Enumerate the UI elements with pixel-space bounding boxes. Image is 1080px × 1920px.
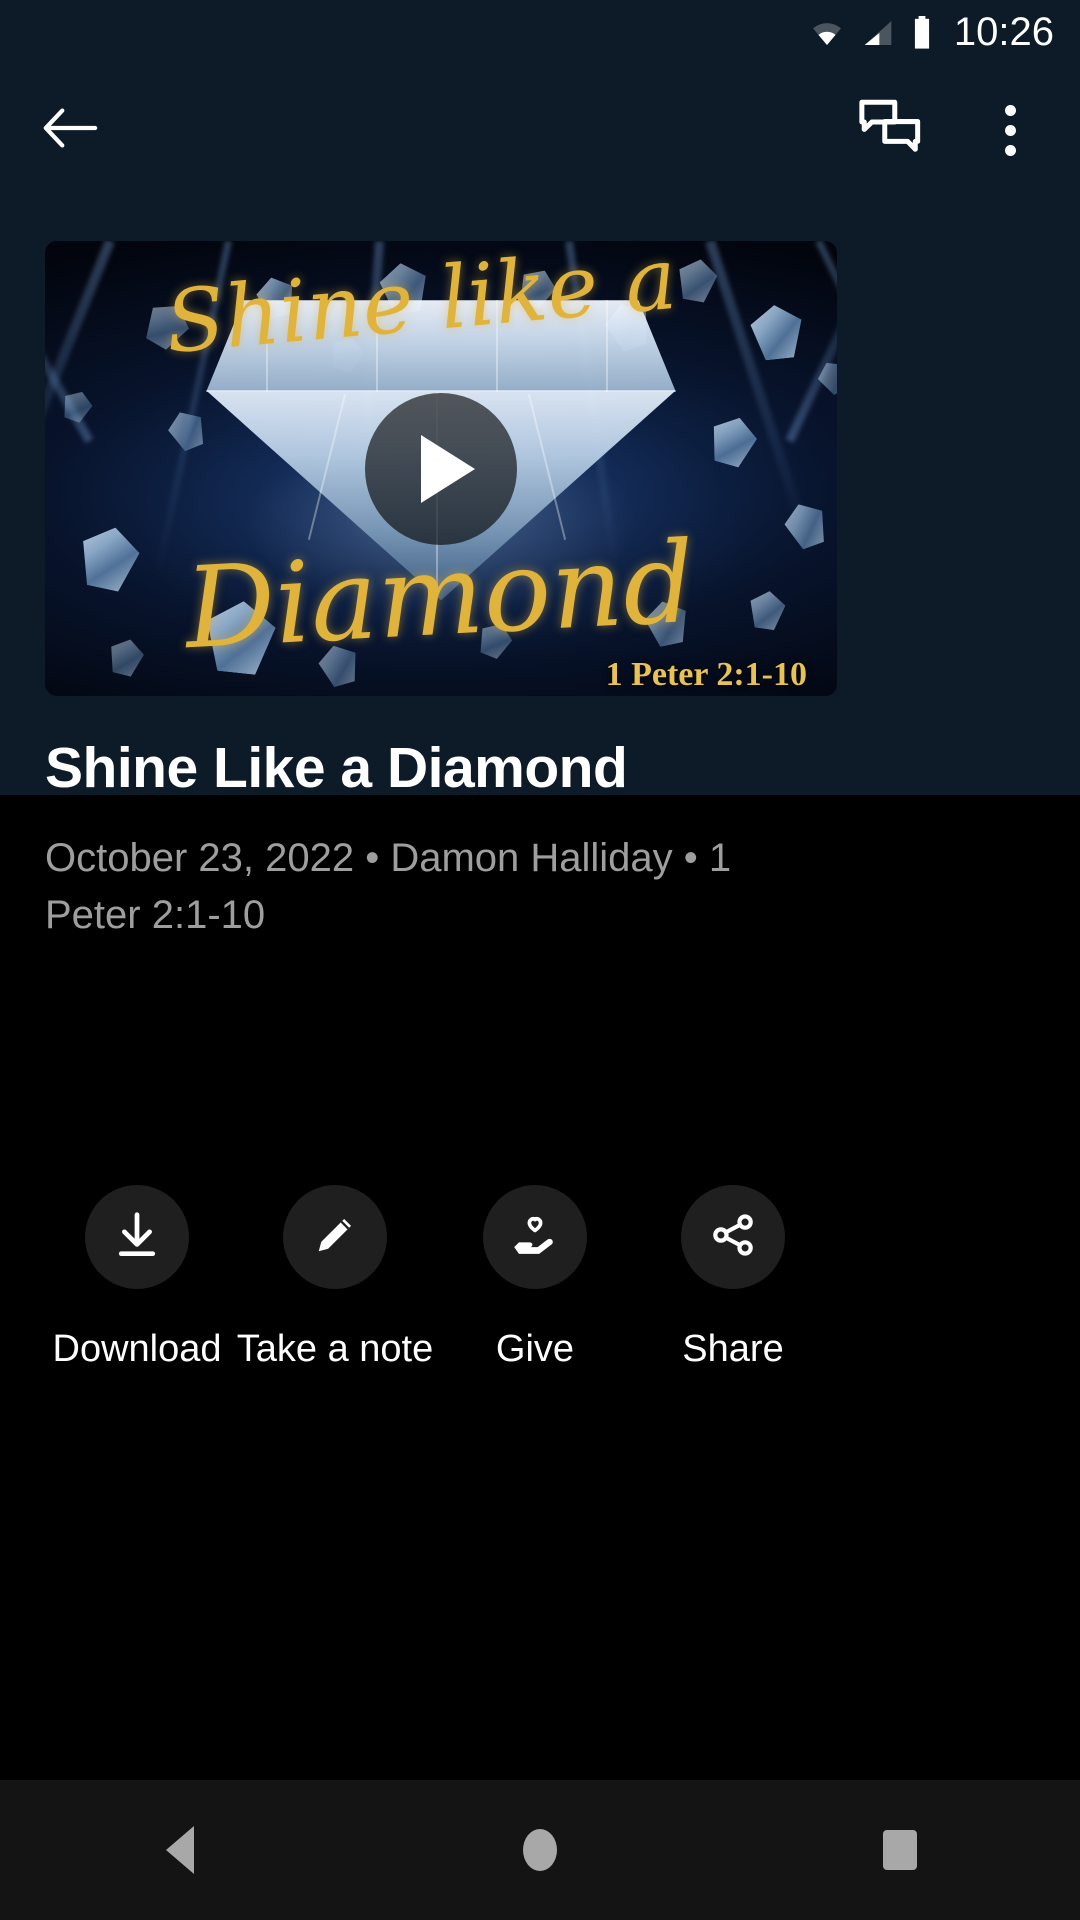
nav-back-icon [166, 1826, 194, 1874]
arrow-back-icon [41, 104, 99, 157]
battery-icon [910, 16, 934, 50]
give-action[interactable]: Give [435, 1185, 635, 1371]
app-toolbar [0, 90, 1080, 170]
nav-home-icon [523, 1829, 557, 1871]
play-button[interactable] [365, 392, 517, 545]
take-a-note-action[interactable]: Take a note [235, 1185, 435, 1371]
give-button[interactable] [483, 1185, 587, 1289]
download-label: Download [52, 1328, 222, 1370]
action-row: Download Take a note Give Share [45, 1185, 1035, 1425]
share-label: Share [682, 1328, 784, 1370]
status-bar: 10:26 [0, 0, 1080, 66]
app-screen: 10:26 Shine like a Diamond 1 Peter 2:1-1… [0, 0, 1080, 1920]
give-label: Give [495, 1328, 575, 1370]
share-button[interactable] [681, 1185, 785, 1289]
back-button[interactable] [30, 90, 110, 170]
status-clock: 10:26 [953, 10, 1054, 54]
pencil-icon [310, 1210, 360, 1265]
download-icon [110, 1208, 164, 1267]
android-navigation-bar [0, 1780, 1080, 1920]
take-a-note-label: Take a note [236, 1328, 434, 1370]
overflow-menu-button[interactable] [970, 90, 1050, 170]
take-a-note-button[interactable] [283, 1185, 387, 1289]
nav-recents-icon [883, 1830, 917, 1870]
video-thumbnail[interactable]: Shine like a Diamond 1 Peter 2:1-10 [45, 241, 837, 696]
nav-home-button[interactable] [465, 1780, 615, 1920]
hand-heart-icon [509, 1209, 561, 1266]
sermon-metadata: October 23, 2022 • Damon Halliday • 1 Pe… [45, 836, 732, 937]
nav-recents-button[interactable] [825, 1780, 975, 1920]
download-button[interactable] [85, 1185, 189, 1289]
wifi-icon [808, 17, 846, 49]
download-action[interactable]: Download [37, 1185, 237, 1371]
artwork-scripture-reference: 1 Peter 2:1-10 [605, 656, 807, 693]
cellular-signal-icon [860, 17, 896, 49]
chat-bubbles-icon [859, 99, 921, 162]
nav-back-button[interactable] [105, 1780, 255, 1920]
play-triangle-icon [421, 434, 475, 503]
more-vertical-icon [1004, 104, 1016, 156]
sermon-title: Shine Like a Diamond [45, 736, 628, 800]
share-nodes-icon [708, 1210, 758, 1265]
share-action[interactable]: Share [633, 1185, 833, 1371]
chat-button[interactable] [850, 90, 930, 170]
